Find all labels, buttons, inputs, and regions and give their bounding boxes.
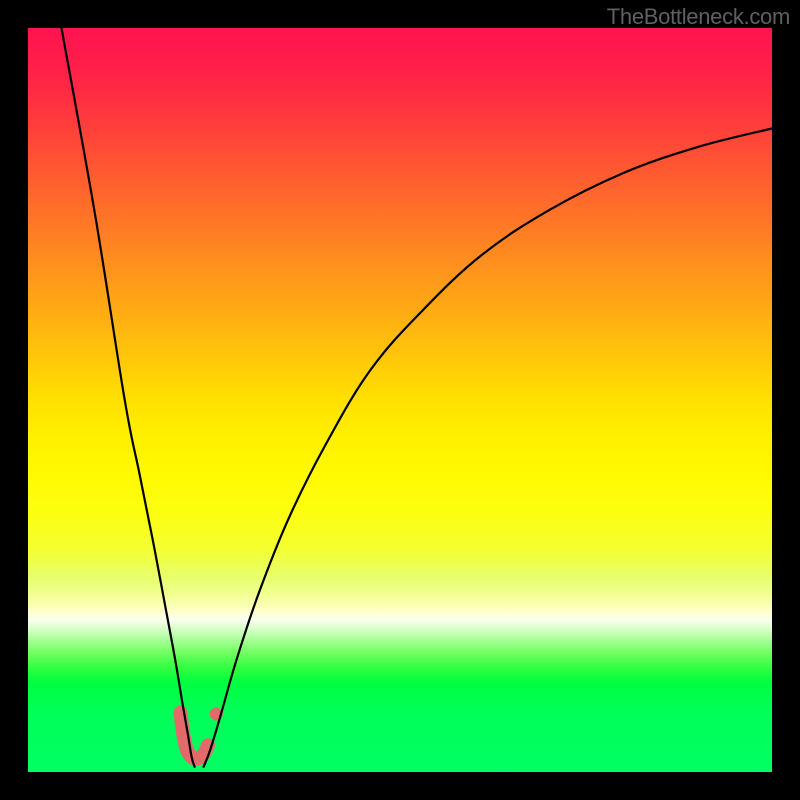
watermark: TheBottleneck.com — [607, 4, 790, 30]
right-branch — [204, 128, 772, 766]
left-branch — [61, 28, 194, 767]
curves-svg — [28, 28, 772, 772]
plot-area — [28, 28, 772, 772]
bottleneck-chart: TheBottleneck.com — [0, 0, 800, 800]
